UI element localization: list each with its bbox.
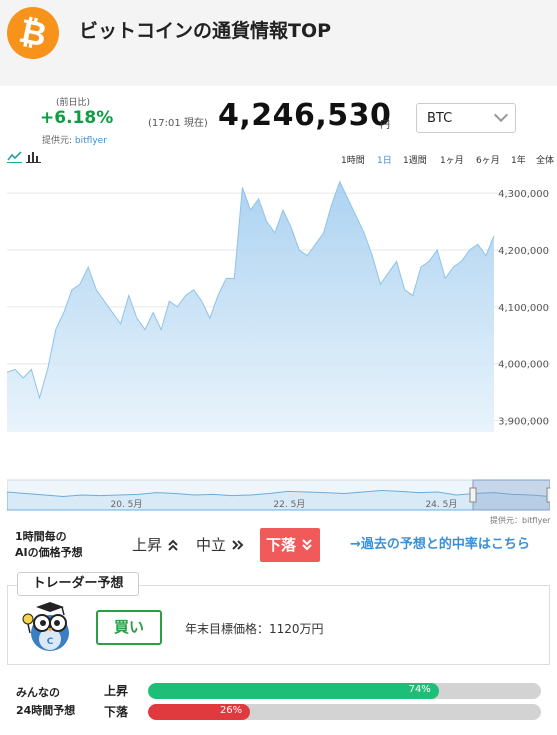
double-chevron-up-icon [168,539,178,551]
y-tick-label: 4,200,000 [498,246,549,257]
svg-text:C: C [47,637,54,647]
ai-title-line1: 1時間毎の [15,530,67,543]
double-chevron-down-icon [302,539,312,551]
navigator-chart[interactable]: 20. 5月 22. 5月 24. 5月 [7,476,550,524]
poll-up-track: 74% [148,683,541,699]
change-label: (前日比) [56,98,91,108]
price-summary: (前日比) +6.18% 提供元: bitflyer (17:01 現在) 4,… [0,86,557,146]
poll-down-bar: 26% [148,704,251,720]
ai-prediction-title: 1時間毎の AIの価格予想 [15,529,83,561]
bar-chart-icon[interactable] [26,150,41,163]
trader-buy-signal: 買い [96,610,162,645]
navigator-date-label: 20. 5月 [111,499,143,510]
chevron-down-icon [493,107,509,123]
poll-title-line1: みんなの [16,686,60,699]
change-value: +6.18% [40,108,114,128]
poll-title: みんなの 24時間予想 [16,684,75,720]
ai-down-label: 下落 [266,536,297,554]
community-poll: みんなの 24時間予想 上昇 74% 下落 26% [0,676,557,735]
price-unit: 円 [380,120,390,131]
y-tick-label: 4,000,000 [498,360,549,371]
y-tick-label: 4,100,000 [498,303,549,314]
trader-target-price: 年末目標価格：1120万円 [185,622,324,636]
provider-info: 提供元: bitflyer [42,133,107,146]
poll-down-label: 下落 [104,705,129,719]
poll-up-percent: 74% [408,684,431,695]
poll-up-label: 上昇 [104,684,129,698]
price-area-series [7,181,494,432]
page-header: ₿ ビットコインの通貨情報TOP [0,0,557,86]
ai-history-link[interactable]: →過去の予想と的中率はこちら [350,533,530,552]
range-1w-button[interactable]: 1週間 [403,153,427,166]
provider-label: 提供元: [42,136,73,146]
line-chart-icon[interactable] [7,150,22,163]
range-6m-button[interactable]: 6ヶ月 [476,153,500,166]
range-1d-button[interactable]: 1日 [377,153,392,166]
ai-title-line2: AIの価格予想 [15,546,83,559]
poll-up-bar: 74% [148,683,439,699]
ai-down-option-selected: 下落 [260,528,320,562]
ai-up-option: 上昇 [132,534,179,555]
ai-up-label: 上昇 [132,536,163,554]
as-of-time: (17:01 現在) [148,118,208,129]
bitcoin-logo-icon: ₿ [2,2,64,64]
page-title: ビットコインの通貨情報TOP [79,20,332,42]
y-tick-label: 4,300,000 [498,189,549,200]
range-1h-button[interactable]: 1時間 [341,153,365,166]
range-1y-button[interactable]: 1年 [511,153,526,166]
ai-prediction: 1時間毎の AIの価格予想 上昇 中立 下落 →過去の予想と的中率はこちら [0,526,557,566]
trader-prediction-tab: トレーダー予想 [17,572,139,596]
ai-neutral-label: 中立 [196,536,227,554]
poll-down-track: 26% [148,704,541,720]
y-tick-label: 3,900,000 [498,417,549,428]
price-chart[interactable]: 3,900,000 4,000,000 4,100,000 4,200,000 4,30… [7,176,550,436]
double-chevron-right-icon [232,540,244,550]
poll-title-line2: 24時間予想 [16,704,76,717]
ai-neutral-option: 中立 [196,534,245,555]
navigator-date-label: 24. 5月 [425,499,457,510]
range-1m-button[interactable]: 1ヶ月 [440,153,464,166]
coin-select[interactable]: BTC [416,103,516,133]
provider-link[interactable]: bitflyer [75,136,107,146]
navigator-source: 提供元：bitflyer [490,516,551,525]
owl-mascot-icon: C [22,602,69,651]
current-price: 4,246,530 [218,98,392,133]
navigator-selection[interactable] [472,479,550,511]
coin-select-value: BTC [427,111,453,126]
navigator-right-handle[interactable] [546,487,550,503]
chart-toolbar: 1時間 1日 1週間 1ヶ月 6ヶ月 1年 全体 [0,148,557,170]
navigator-date-label: 22. 5月 [273,499,305,510]
poll-down-percent: 26% [219,705,243,716]
range-all-button[interactable]: 全体 [536,153,554,166]
navigator-left-handle[interactable] [469,487,477,503]
